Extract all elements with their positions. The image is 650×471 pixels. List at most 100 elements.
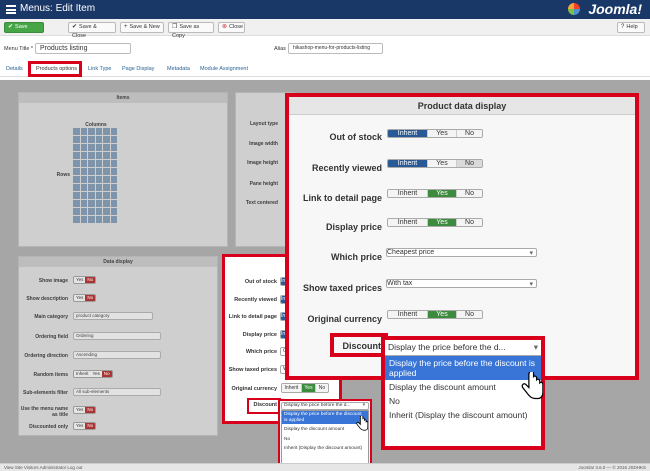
help-button[interactable]: ? Help bbox=[617, 22, 645, 33]
image-height-label: Image height bbox=[247, 160, 278, 166]
tab-details[interactable]: Details bbox=[6, 66, 23, 72]
link-detail-inherit[interactable]: Inherit bbox=[388, 190, 428, 197]
show-image-toggle[interactable]: Yes No bbox=[73, 276, 97, 284]
discounted-only-toggle[interactable]: Yes No bbox=[73, 422, 97, 430]
pane-height-label: Pane height bbox=[249, 181, 278, 187]
grid-selector[interactable] bbox=[73, 128, 117, 226]
out-of-stock-no[interactable]: No bbox=[457, 130, 482, 137]
display-price-no[interactable]: No bbox=[457, 219, 482, 226]
ordering-direction-label: Ordering direction bbox=[24, 353, 68, 359]
out-of-stock-inherit[interactable]: Inherit bbox=[388, 130, 428, 137]
original-currency-inherit[interactable]: Inherit bbox=[388, 311, 428, 318]
highlight-products-options bbox=[28, 61, 82, 77]
help-icon: ? bbox=[621, 24, 625, 30]
show-image-label: Show image bbox=[38, 278, 68, 284]
original-currency-label: Original currency bbox=[307, 314, 382, 324]
check-icon: ✔ bbox=[8, 24, 14, 30]
small-original-currency-toggle[interactable]: Inherit Yes No bbox=[281, 383, 329, 393]
out-of-stock-label: Out of stock bbox=[329, 132, 382, 142]
menu-title-input[interactable]: Products listing bbox=[35, 43, 131, 54]
page-title: Menus: Edit Item bbox=[20, 3, 96, 14]
small-out-of-stock-label: Out of stock bbox=[244, 279, 277, 285]
show-description-toggle[interactable]: Yes No bbox=[73, 294, 97, 302]
small-discount-select[interactable]: Display the price before the d... ▾ bbox=[281, 402, 369, 410]
tab-bar: Details Products options Link Type Page … bbox=[0, 62, 650, 77]
hand-cursor-icon bbox=[356, 416, 368, 431]
link-detail-page-toggle[interactable]: Inherit Yes No bbox=[387, 189, 483, 198]
recently-viewed-inherit[interactable]: Inherit bbox=[388, 160, 428, 167]
chevron-down-icon: ▾ bbox=[362, 403, 365, 408]
chevron-down-icon: ▾ bbox=[529, 250, 533, 257]
display-price-yes[interactable]: Yes bbox=[428, 219, 457, 226]
save-new-button[interactable]: + Save & New bbox=[120, 22, 164, 33]
ordering-field-label: Ordering field bbox=[35, 334, 68, 340]
discount-select[interactable]: Display the price before the d... ▾ bbox=[385, 340, 541, 356]
use-menu-name-label: Use the menu name as title bbox=[20, 406, 68, 418]
save-button[interactable]: ✔ Save bbox=[4, 22, 44, 33]
chevron-down-icon: ▾ bbox=[533, 342, 538, 352]
save-close-button[interactable]: ✔ Save & Close bbox=[68, 22, 116, 39]
close-button[interactable]: ⊗ Close bbox=[218, 22, 245, 33]
use-menu-name-toggle[interactable]: Yes No bbox=[73, 406, 97, 414]
text-centered-label: Text centered bbox=[245, 200, 278, 206]
link-detail-page-label: Link to detail page bbox=[302, 193, 382, 203]
recently-viewed-no[interactable]: No bbox=[457, 160, 482, 167]
recently-viewed-label: Recently viewed bbox=[311, 163, 382, 173]
display-price-inherit[interactable]: Inherit bbox=[388, 219, 428, 226]
main-category-input[interactable]: product category bbox=[73, 312, 153, 320]
small-link-detail-label: Link to detail page bbox=[228, 314, 277, 320]
status-version: Joomla! 3.6.0 — © 2016 JSDHKS bbox=[578, 465, 646, 470]
show-taxed-prices-select[interactable]: With tax ▾ bbox=[386, 279, 537, 288]
which-price-select[interactable]: Cheapest price ▾ bbox=[386, 248, 537, 257]
plus-icon: + bbox=[124, 24, 128, 30]
tab-module-assignment[interactable]: Module Assignment bbox=[200, 66, 248, 72]
display-price-toggle[interactable]: Inherit Yes No bbox=[387, 218, 483, 227]
discount-option-inherit[interactable]: Inherit (Display the discount amount) bbox=[385, 408, 541, 422]
discounted-only-label: Discounted only bbox=[29, 424, 68, 430]
small-discount-option[interactable]: Inherit (Display the discount amount) bbox=[282, 445, 368, 453]
original-currency-yes[interactable]: Yes bbox=[428, 311, 457, 318]
layout-type-label: Layout type bbox=[249, 121, 278, 127]
small-discount-label: Discount bbox=[253, 402, 277, 408]
tab-metadata[interactable]: Metadata bbox=[167, 66, 190, 72]
tab-link-type[interactable]: Link Type bbox=[88, 66, 111, 72]
discount-option-no[interactable]: No bbox=[385, 394, 541, 408]
small-recently-viewed-label: Recently viewed bbox=[234, 297, 277, 303]
alias-input[interactable]: hikashop-menu-for-products-listing bbox=[288, 43, 383, 54]
random-items-toggle[interactable]: Inherit Yes No bbox=[73, 370, 113, 378]
random-items-label: Random items bbox=[33, 372, 68, 378]
tab-page-display[interactable]: Page Display bbox=[122, 66, 154, 72]
save-copy-button[interactable]: ❐ Save as Copy bbox=[168, 22, 214, 39]
display-price-label: Display price bbox=[325, 222, 382, 232]
recently-viewed-toggle[interactable]: Inherit Yes No bbox=[387, 159, 483, 168]
link-detail-no[interactable]: No bbox=[457, 190, 482, 197]
recently-viewed-yes[interactable]: Yes bbox=[428, 160, 457, 167]
sub-elements-filter-select[interactable]: All sub-elements bbox=[73, 388, 161, 396]
items-panel-title: Items bbox=[19, 93, 227, 103]
rows-label: Rows bbox=[56, 172, 70, 178]
hand-cursor-icon bbox=[521, 372, 543, 400]
link-detail-yes[interactable]: Yes bbox=[428, 190, 457, 197]
toolbar: ✔ Save ✔ Save & Close + Save & New ❐ Save as… bbox=[0, 19, 650, 39]
out-of-stock-yes[interactable]: Yes bbox=[428, 130, 457, 137]
small-discount-option[interactable]: No bbox=[282, 436, 368, 444]
status-links[interactable]: View Site Visitors Administrator Log out bbox=[4, 464, 82, 471]
data-display-title: Data display bbox=[19, 257, 217, 267]
close-icon: ⊗ bbox=[222, 24, 228, 30]
image-width-label: Image width bbox=[249, 141, 278, 147]
out-of-stock-toggle[interactable]: Inherit Yes No bbox=[387, 129, 483, 138]
discount-option-amount[interactable]: Display the discount amount bbox=[385, 380, 541, 394]
original-currency-no[interactable]: No bbox=[457, 311, 482, 318]
main-category-label: Main category bbox=[34, 314, 68, 320]
discount-label: Discount bbox=[342, 341, 381, 351]
which-price-label: Which price bbox=[330, 252, 382, 262]
menu-icon[interactable] bbox=[6, 5, 16, 14]
ordering-field-select[interactable]: Ordering bbox=[73, 332, 161, 340]
small-display-price-label: Display price bbox=[242, 332, 277, 338]
top-bar: Menus: Edit Item Joomla! bbox=[0, 0, 650, 19]
original-currency-toggle[interactable]: Inherit Yes No bbox=[387, 310, 483, 319]
discount-option-before-discount[interactable]: Display the price before the discount is… bbox=[385, 356, 541, 380]
ordering-direction-select[interactable]: Ascending bbox=[73, 351, 161, 359]
small-original-currency-label: Original currency bbox=[231, 386, 277, 392]
chevron-down-icon: ▾ bbox=[529, 281, 533, 288]
